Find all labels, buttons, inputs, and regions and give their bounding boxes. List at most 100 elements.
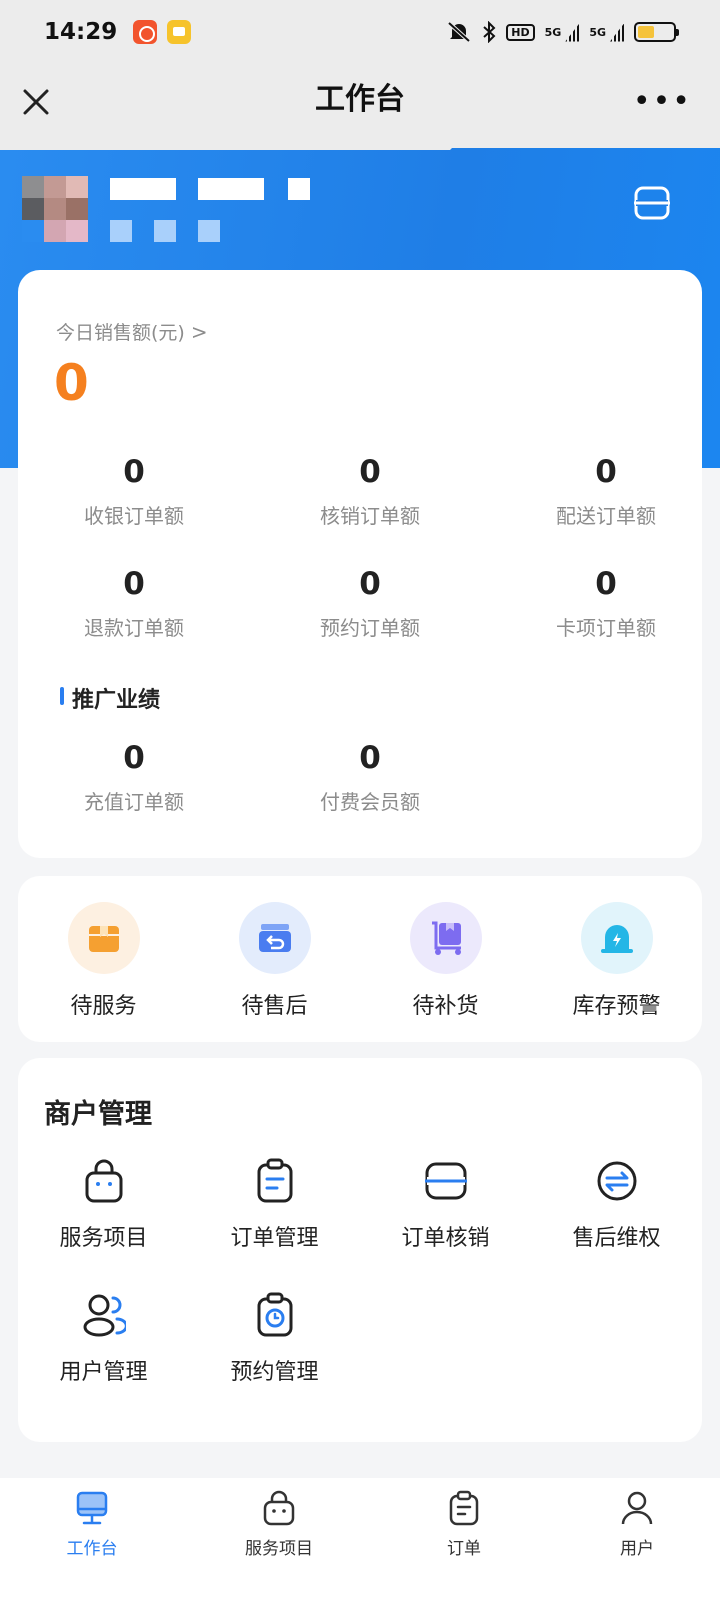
stat-recharge[interactable]: 0 充值订单额	[14, 738, 254, 815]
more-menu-icon[interactable]: •••	[633, 87, 692, 117]
clock-clipboard-icon	[257, 1292, 292, 1337]
tab-service-items[interactable]: 服务项目	[184, 1478, 374, 1600]
page-title: 工作台	[315, 82, 405, 117]
stats-row: 0 充值订单额 0 付费会员额	[18, 738, 702, 815]
stat-label: 充值订单额	[84, 790, 184, 814]
stat-value: 0	[359, 566, 381, 602]
redacted-info	[110, 220, 132, 242]
quick-pending-restock[interactable]: 待补货	[360, 876, 531, 1042]
tab-workbench[interactable]: 工作台	[0, 1478, 184, 1600]
merchant-order-management[interactable]: 订单管理	[189, 1158, 360, 1252]
merchant-management-card: 商户管理 服务项目 订单管理 订单核销 售后维权 用户管理 预约管理	[18, 1058, 702, 1442]
quick-label: 待服务	[70, 994, 137, 1019]
stats-row: 0 收银订单额 0 核销订单额 0 配送订单额	[18, 452, 702, 529]
merchant-appointment-management[interactable]: 预约管理	[189, 1292, 360, 1386]
box-icon	[67, 902, 140, 974]
nav-bar: 工作台 •••	[0, 64, 720, 150]
sales-stats-card: 今日销售额(元) > 0 0 收银订单额 0 核销订单额 0 配送订单额 0 退款…	[18, 270, 702, 858]
stat-verification[interactable]: 0 核销订单额	[250, 452, 490, 529]
return-box-icon	[238, 902, 311, 974]
monitor-icon	[76, 1491, 108, 1525]
merchant-label: 用户管理	[59, 1360, 148, 1385]
merchant-label: 订单核销	[401, 1226, 490, 1251]
chevron-right-icon: >	[190, 320, 208, 344]
quick-label: 待售后	[241, 994, 308, 1019]
app-notification-icon	[167, 20, 192, 44]
stat-label: 预约订单额	[320, 616, 420, 640]
redacted-name	[110, 178, 176, 200]
clipboard-icon	[449, 1490, 479, 1526]
stat-value: 0	[359, 454, 381, 490]
stat-value: 0	[595, 566, 617, 602]
bag-icon	[263, 1490, 295, 1526]
tab-label: 服务项目	[245, 1539, 313, 1559]
avatar[interactable]	[22, 176, 88, 242]
today-sales-link[interactable]: 今日销售额(元) >	[56, 318, 208, 345]
scan-icon	[424, 1162, 467, 1200]
quick-actions-card: 待服务 待售后 待补货 库存预警	[18, 876, 702, 1042]
merchant-user-management[interactable]: 用户管理	[18, 1292, 189, 1386]
tab-label: 工作台	[66, 1539, 118, 1559]
quick-pending-aftersale[interactable]: 待售后	[189, 876, 360, 1042]
tab-users[interactable]: 用户	[554, 1478, 720, 1600]
stat-refund[interactable]: 0 退款订单额	[14, 564, 254, 641]
stats-row: 0 退款订单额 0 预约订单额 0 卡项订单额	[18, 564, 702, 641]
users-icon	[83, 1294, 126, 1337]
clipboard-icon	[257, 1158, 292, 1203]
stat-label: 收银订单额	[84, 504, 184, 528]
merchant-label: 订单管理	[230, 1226, 319, 1251]
stat-appointment[interactable]: 0 预约订单额	[250, 564, 490, 641]
today-sales-value: 0	[54, 354, 89, 412]
bag-icon	[85, 1159, 122, 1203]
redacted-info	[198, 220, 220, 242]
merchant-aftersale-rights[interactable]: 售后维权	[531, 1158, 702, 1252]
tab-orders[interactable]: 订单	[374, 1478, 554, 1600]
user-icon	[621, 1491, 653, 1525]
promo-section-title: 推广业绩	[60, 682, 160, 714]
battery-icon	[634, 22, 679, 42]
hd-badge: HD	[506, 23, 535, 41]
stat-paid-membership[interactable]: 0 付费会员额	[250, 738, 490, 815]
stat-delivery[interactable]: 0 配送订单额	[486, 452, 720, 529]
merchant-label: 服务项目	[59, 1226, 148, 1251]
tab-label: 用户	[620, 1539, 654, 1559]
stat-value: 0	[595, 454, 617, 490]
redacted-name	[198, 178, 264, 200]
quick-label: 库存预警	[572, 994, 661, 1019]
stat-value: 0	[359, 740, 381, 776]
stat-card-items[interactable]: 0 卡项订单额	[486, 564, 720, 641]
cart-restock-icon	[409, 902, 482, 974]
bluetooth-icon	[483, 21, 496, 43]
tab-label: 订单	[447, 1539, 481, 1559]
stat-label: 卡项订单额	[556, 616, 656, 640]
stat-label: 核销订单额	[320, 504, 420, 528]
status-bar: 14:29 HD 5G 5G	[0, 0, 720, 64]
stat-value: 0	[123, 454, 145, 490]
stat-value: 0	[123, 740, 145, 776]
stat-label: 付费会员额	[320, 790, 420, 814]
status-time: 14:29	[44, 19, 118, 45]
exchange-icon	[597, 1161, 636, 1201]
merchant-order-verification[interactable]: 订单核销	[360, 1158, 531, 1252]
stat-cashier[interactable]: 0 收银订单额	[14, 452, 254, 529]
status-indicators: HD 5G 5G	[446, 21, 679, 43]
merchant-label: 售后维权	[572, 1226, 661, 1251]
merchant-label: 预约管理	[230, 1360, 319, 1385]
app-notification-icon	[133, 20, 158, 44]
quick-pending-service[interactable]: 待服务	[18, 876, 189, 1042]
merchant-grid: 服务项目 订单管理 订单核销 售后维权 用户管理 预约管理	[18, 1158, 702, 1386]
scan-icon[interactable]	[634, 186, 670, 220]
merchant-service-items[interactable]: 服务项目	[18, 1158, 189, 1252]
redacted-info	[154, 220, 176, 242]
today-sales-label: 今日销售额(元)	[56, 322, 185, 344]
quick-label: 待补货	[412, 994, 479, 1019]
signal-icon: 5G	[589, 26, 624, 39]
stat-value: 0	[123, 566, 145, 602]
stat-label: 配送订单额	[556, 504, 656, 528]
quick-stock-alert[interactable]: 库存预警	[531, 876, 702, 1042]
alarm-icon	[580, 902, 653, 974]
mute-bell-icon	[447, 21, 471, 43]
redacted-name	[288, 178, 310, 200]
signal-icon: 5G	[545, 26, 580, 39]
section-title: 商户管理	[44, 1099, 152, 1130]
